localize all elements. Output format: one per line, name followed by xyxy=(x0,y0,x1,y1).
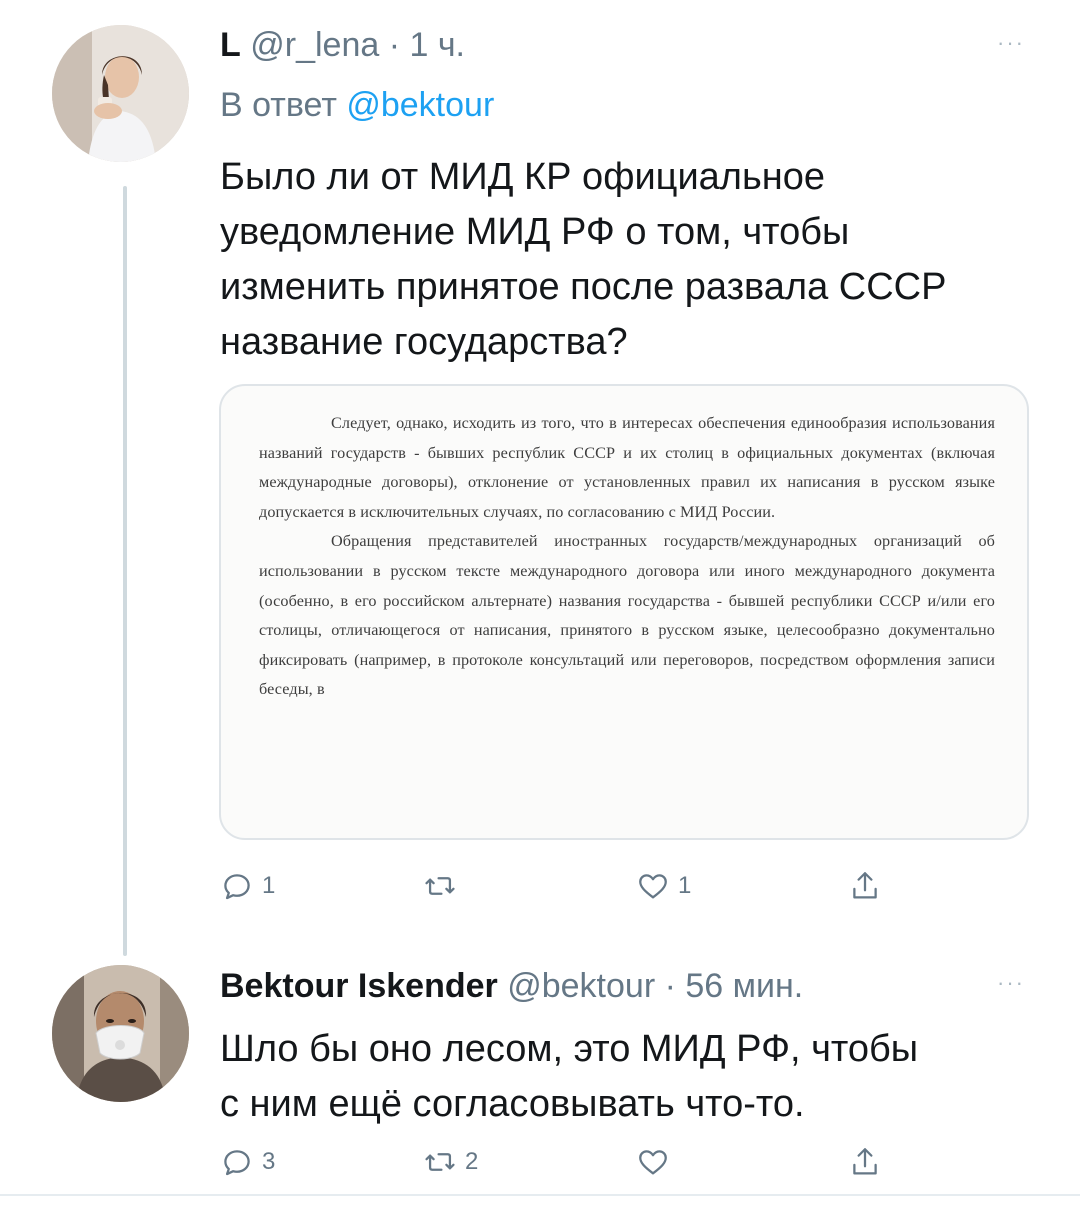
reply-count: 1 xyxy=(262,872,276,899)
tweet-text: Было ли от МИД КР официальное уведомлени… xyxy=(220,150,946,370)
thread-connector-line xyxy=(123,186,127,956)
reply-to-handle[interactable]: @bektour xyxy=(346,86,494,124)
like-icon xyxy=(639,874,667,899)
attached-document-image[interactable]: Следует, однако, исходить из того, что в… xyxy=(219,384,1029,840)
reply-to-prefix: В ответ xyxy=(220,86,347,124)
more-icon[interactable]: ··· xyxy=(997,970,1025,996)
author-display-name[interactable]: L xyxy=(220,26,241,64)
document-paragraph: Обращения представителей иностранных гос… xyxy=(259,532,995,699)
divider xyxy=(0,1194,1080,1196)
author-display-name[interactable]: Bektour Iskender xyxy=(220,967,498,1005)
share-icon xyxy=(853,1148,877,1175)
avatar[interactable] xyxy=(52,965,189,1102)
author-handle[interactable]: @r_lena xyxy=(250,26,379,64)
share-button[interactable] xyxy=(848,1142,890,1182)
tweet-action-bar: 3 2 xyxy=(220,1142,980,1182)
tweet-text: Шло бы оно лесом, это МИД РФ, чтобы с ни… xyxy=(220,1022,918,1132)
reply-to-line: В ответ @bektour xyxy=(220,86,494,125)
reply-button[interactable]: 1 xyxy=(220,866,275,906)
retweet-icon xyxy=(425,877,455,895)
more-icon[interactable]: ··· xyxy=(997,30,1025,56)
retweet-icon xyxy=(425,1153,455,1171)
tweet-timestamp[interactable]: · 1 ч. xyxy=(389,26,465,64)
retweet-button[interactable]: 2 xyxy=(423,1142,478,1182)
tweet-action-bar: 1 1 xyxy=(220,866,980,906)
tweet-text-line: Было ли от МИД КР официальное xyxy=(220,156,826,198)
reply-icon xyxy=(224,874,250,900)
tweet-text-line: название государства? xyxy=(220,321,628,363)
share-button[interactable] xyxy=(848,866,890,906)
reply-button[interactable]: 3 xyxy=(220,1142,275,1182)
document-paragraph: Следует, однако, исходить из того, что в… xyxy=(259,414,995,521)
tweet-header: Bektour Iskender @bektour · 56 мин. xyxy=(220,966,803,1006)
avatar-photo-icon xyxy=(52,25,189,162)
tweet-timestamp[interactable]: · 56 мин. xyxy=(665,967,804,1005)
retweet-button[interactable] xyxy=(423,866,465,906)
tweet-text-line: Шло бы оно лесом, это МИД РФ, чтобы xyxy=(220,1028,919,1070)
tweet-header: L @r_lena · 1 ч. xyxy=(220,25,465,65)
like-count: 1 xyxy=(678,872,692,899)
tweet-text-line: с ним ещё согласовывать что-то. xyxy=(220,1083,805,1125)
author-handle[interactable]: @bektour xyxy=(507,967,655,1005)
reply-icon xyxy=(224,1150,250,1176)
tweet-text-line: уведомление МИД РФ о том, чтобы xyxy=(220,211,850,253)
like-icon xyxy=(639,1150,667,1175)
reply-count: 3 xyxy=(262,1148,276,1175)
like-button[interactable] xyxy=(636,1142,678,1182)
tweet-text-line: изменить принятое после развала СССР xyxy=(220,266,947,308)
retweet-count: 2 xyxy=(465,1148,479,1175)
like-button[interactable]: 1 xyxy=(636,866,691,906)
avatar-photo-icon xyxy=(52,965,189,1102)
share-icon xyxy=(853,872,877,899)
avatar[interactable] xyxy=(52,25,189,162)
